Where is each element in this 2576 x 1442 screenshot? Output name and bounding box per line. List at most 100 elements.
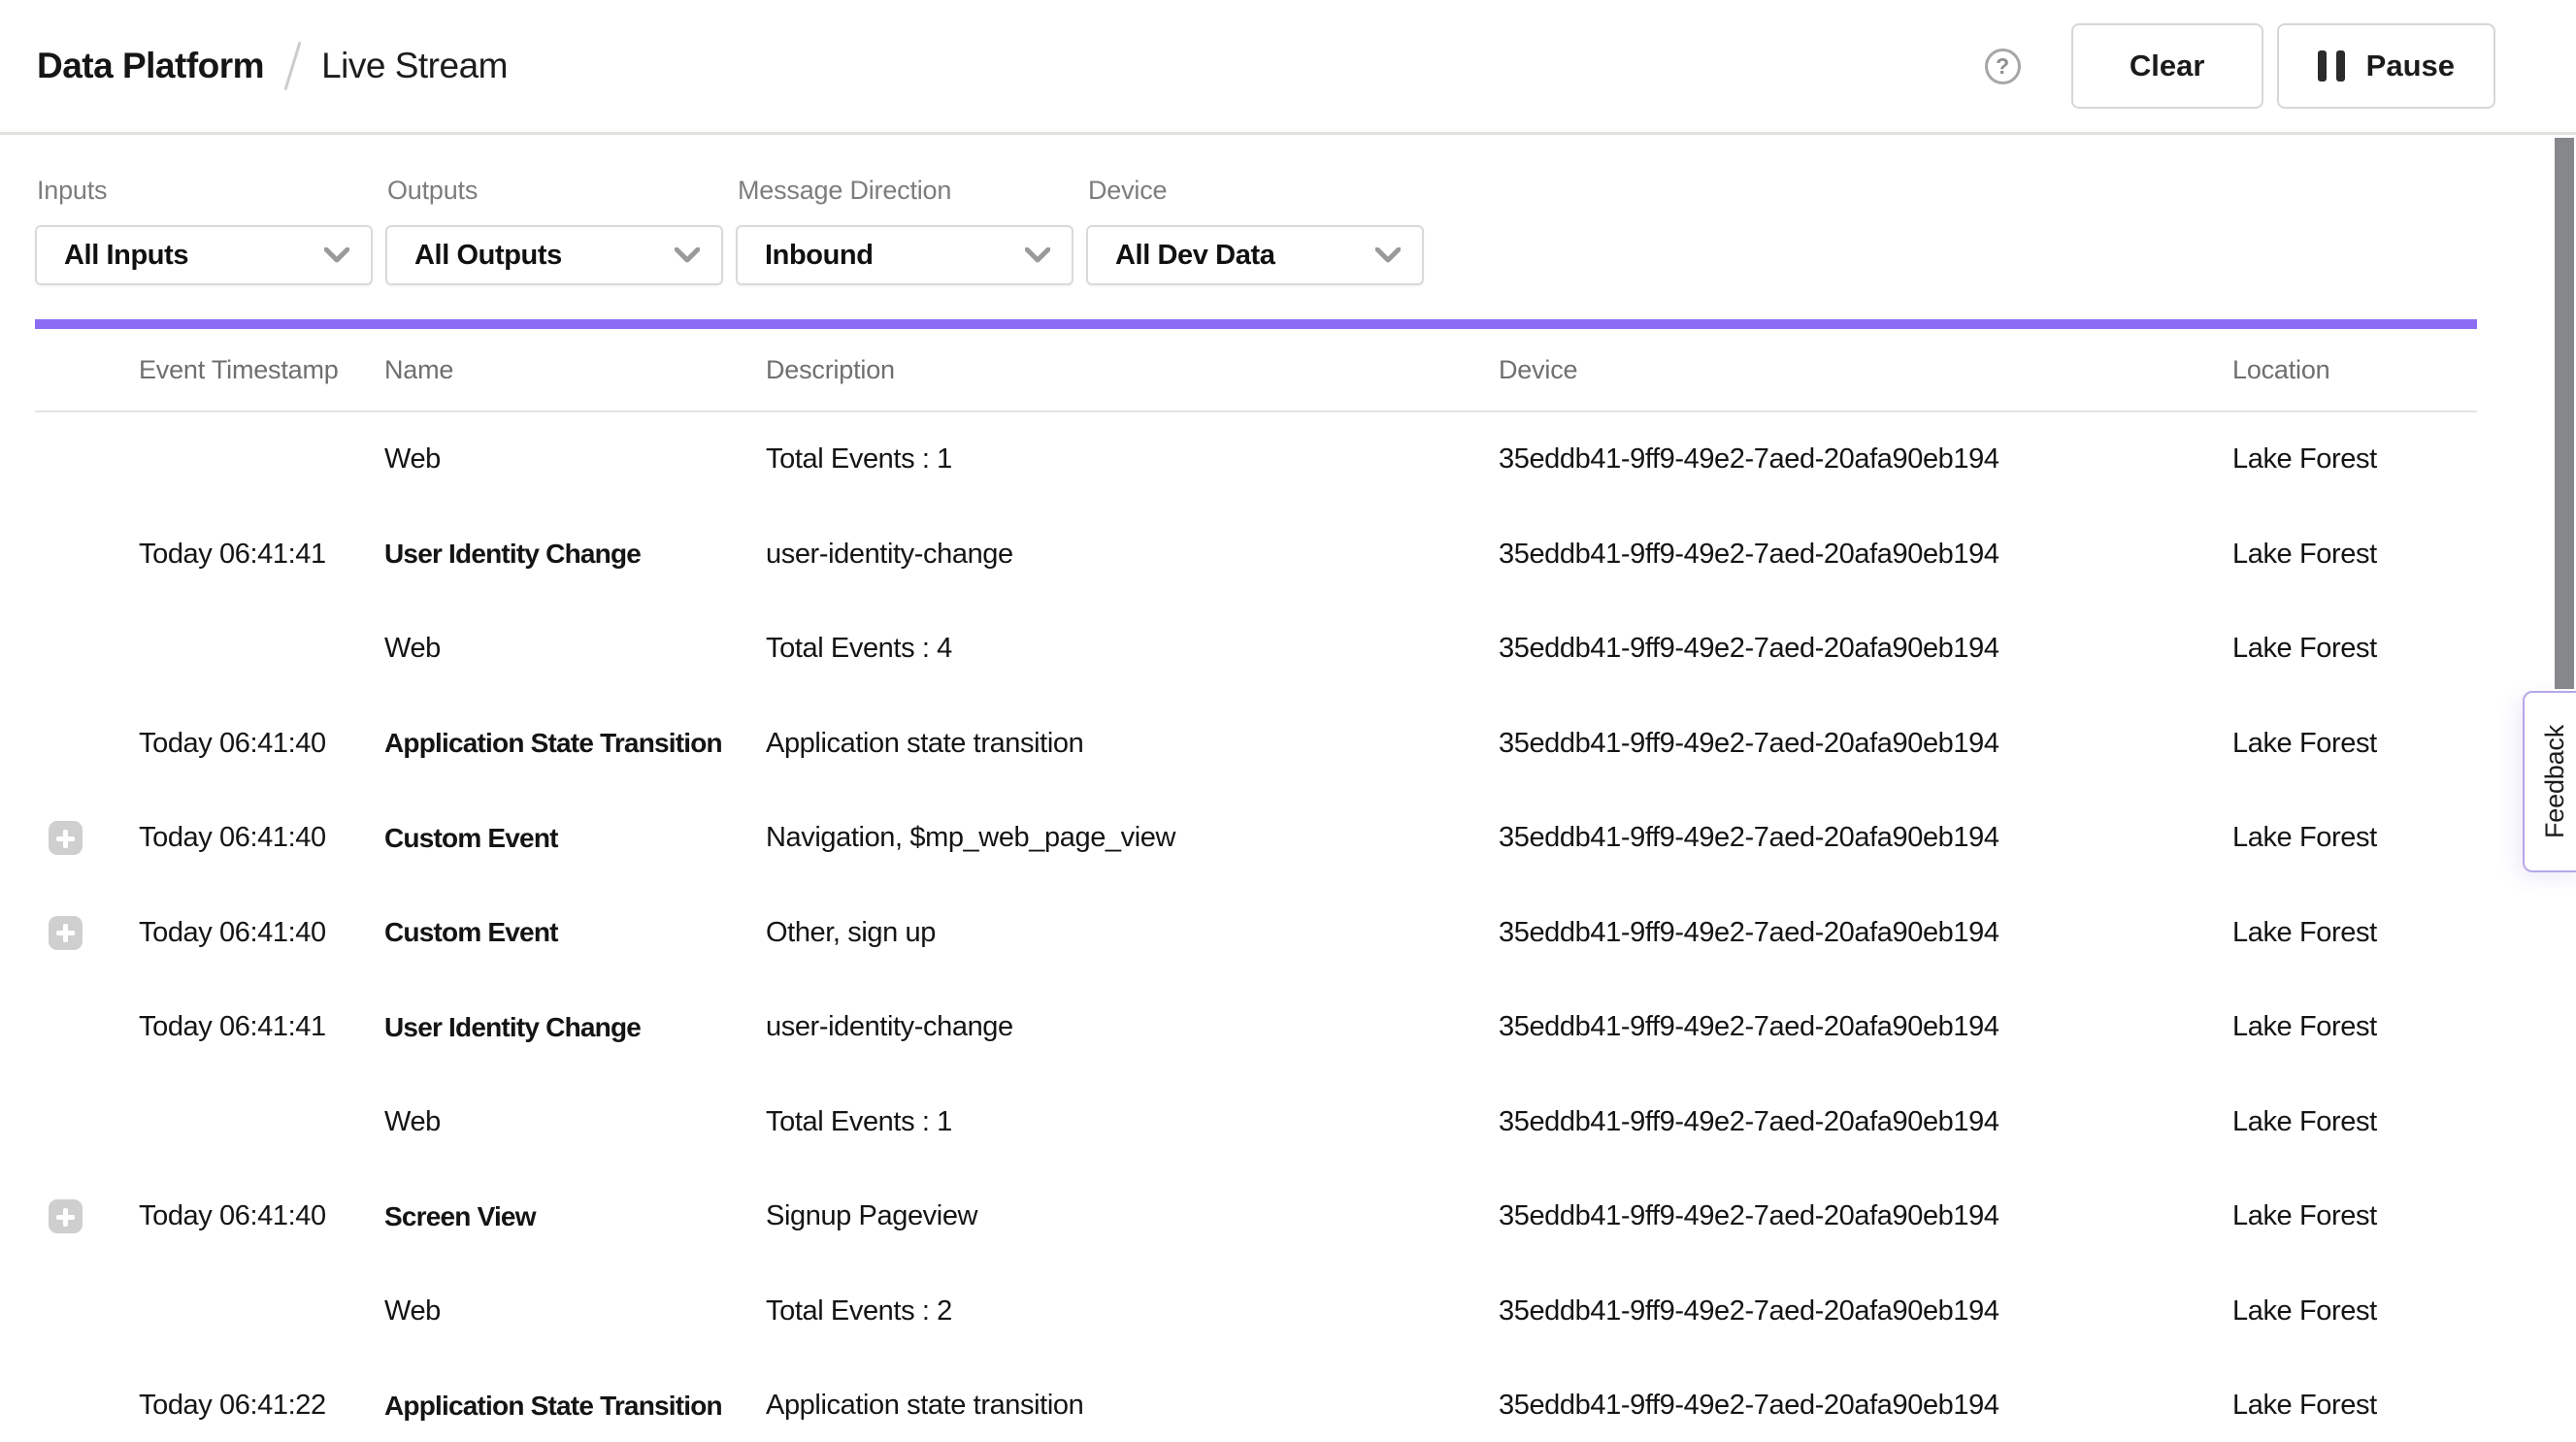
col-description: Description [766, 355, 1499, 385]
help-icon[interactable]: ? [1985, 49, 2021, 84]
cell-timestamp: Today 06:41:41 [139, 539, 384, 571]
breadcrumb-separator [284, 42, 302, 91]
cell-location: Lake Forest [2232, 917, 2477, 949]
cell-device: 35eddb41-9ff9-49e2-7aed-20afa90eb194 [1499, 917, 2232, 949]
table-row[interactable]: Web Total Events : 2 35eddb41-9ff9-49e2-… [35, 1264, 2477, 1360]
cell-device: 35eddb41-9ff9-49e2-7aed-20afa90eb194 [1499, 539, 2232, 571]
cell-location: Lake Forest [2232, 1200, 2477, 1232]
feedback-tab-label: Feedback [2540, 725, 2570, 838]
cell-timestamp: Today 06:41:40 [139, 917, 384, 949]
pause-button-label: Pause [2366, 49, 2455, 83]
table-body: Web Total Events : 1 35eddb41-9ff9-49e2-… [35, 412, 2477, 1442]
cell-timestamp: Today 06:41:40 [139, 728, 384, 760]
cell-device: 35eddb41-9ff9-49e2-7aed-20afa90eb194 [1499, 1295, 2232, 1327]
message-direction-select[interactable]: Inbound [736, 225, 1073, 285]
cell-device: 35eddb41-9ff9-49e2-7aed-20afa90eb194 [1499, 728, 2232, 760]
device-select-value: All Dev Data [1115, 240, 1274, 272]
cell-device: 35eddb41-9ff9-49e2-7aed-20afa90eb194 [1499, 1011, 2232, 1043]
breadcrumb-data-platform[interactable]: Data Platform [37, 46, 264, 86]
events-table: Event Timestamp Name Description Device … [35, 329, 2477, 1442]
chevron-down-icon [1375, 247, 1401, 263]
cell-timestamp: Today 06:41:41 [139, 1011, 384, 1043]
live-stream-page: Data Platform Live Stream ? Clear Pause … [0, 0, 2576, 1442]
outputs-select[interactable]: All Outputs [385, 225, 723, 285]
cell-timestamp: Today 06:41:22 [139, 1390, 384, 1422]
feedback-tab[interactable]: Feedback [2523, 691, 2576, 872]
message-direction-select-value: Inbound [765, 240, 874, 272]
table-row[interactable]: Web Total Events : 1 35eddb41-9ff9-49e2-… [35, 1075, 2477, 1170]
filter-label: Device [1086, 176, 1424, 206]
cell-name: Web [384, 1106, 766, 1138]
table-row[interactable]: Today 06:41:40 Screen View Signup Pagevi… [35, 1169, 2477, 1264]
cell-description: user-identity-change [766, 539, 1499, 571]
cell-name: Application State Transition [384, 728, 766, 759]
cell-description: Other, sign up [766, 917, 1499, 949]
expand-button plus-icon[interactable] [49, 821, 83, 855]
cell-description: Signup Pageview [766, 1200, 1499, 1232]
table-row[interactable]: Today 06:41:40 Application State Transit… [35, 697, 2477, 792]
live-stream-progress-bar [35, 319, 2477, 329]
cell-description: user-identity-change [766, 1011, 1499, 1043]
breadcrumb: Data Platform Live Stream [37, 41, 508, 91]
filters-bar: Inputs All Inputs Outputs All Outputs Me… [35, 135, 1424, 285]
cell-location: Lake Forest [2232, 539, 2477, 571]
filter-device: Device All Dev Data [1086, 176, 1424, 285]
cell-description: Total Events : 4 [766, 633, 1499, 665]
cell-timestamp: Today 06:41:40 [139, 822, 384, 854]
clear-button[interactable]: Clear [2071, 23, 2263, 109]
expand-cell [35, 1199, 139, 1233]
cell-location: Lake Forest [2232, 1295, 2477, 1327]
cell-location: Lake Forest [2232, 1011, 2477, 1043]
clear-button-label: Clear [2130, 49, 2205, 83]
scrollbar-thumb[interactable] [2555, 138, 2574, 689]
table-row[interactable]: Web Total Events : 4 35eddb41-9ff9-49e2-… [35, 602, 2477, 697]
cell-device: 35eddb41-9ff9-49e2-7aed-20afa90eb194 [1499, 1200, 2232, 1232]
inputs-select[interactable]: All Inputs [35, 225, 373, 285]
table-row[interactable]: Today 06:41:41 User Identity Change user… [35, 508, 2477, 603]
expand-cell [35, 916, 139, 950]
table-row[interactable]: Today 06:41:40 Custom Event Navigation, … [35, 791, 2477, 886]
app-header: Data Platform Live Stream ? Clear Pause [0, 0, 2576, 135]
header-actions: ? Clear Pause [1985, 23, 2495, 109]
expand-button plus-icon[interactable] [49, 1199, 83, 1233]
cell-name: Web [384, 1295, 766, 1327]
pause-icon [2318, 50, 2345, 82]
cell-name: Screen View [384, 1201, 766, 1232]
outputs-select-value: All Outputs [414, 240, 562, 272]
cell-description: Application state transition [766, 728, 1499, 760]
cell-location: Lake Forest [2232, 443, 2477, 475]
cell-device: 35eddb41-9ff9-49e2-7aed-20afa90eb194 [1499, 633, 2232, 665]
cell-location: Lake Forest [2232, 633, 2477, 665]
filter-outputs: Outputs All Outputs [385, 176, 723, 285]
cell-device: 35eddb41-9ff9-49e2-7aed-20afa90eb194 [1499, 443, 2232, 475]
table-row[interactable]: Web Total Events : 1 35eddb41-9ff9-49e2-… [35, 412, 2477, 508]
cell-description: Total Events : 1 [766, 1106, 1499, 1138]
expand-button plus-icon[interactable] [49, 916, 83, 950]
filter-label: Message Direction [736, 176, 1073, 206]
chevron-down-icon [1025, 247, 1050, 263]
table-row[interactable]: Today 06:41:22 Application State Transit… [35, 1359, 2477, 1442]
cell-name: Web [384, 443, 766, 475]
filter-label: Outputs [385, 176, 723, 206]
cell-description: Application state transition [766, 1390, 1499, 1422]
cell-timestamp: Today 06:41:40 [139, 1200, 384, 1232]
table-header-row: Event Timestamp Name Description Device … [35, 329, 2477, 412]
cell-location: Lake Forest [2232, 822, 2477, 854]
cell-name: Custom Event [384, 823, 766, 854]
cell-description: Navigation, $mp_web_page_view [766, 822, 1499, 854]
cell-name: Application State Transition [384, 1391, 766, 1422]
device-select[interactable]: All Dev Data [1086, 225, 1424, 285]
col-device: Device [1499, 355, 2232, 385]
cell-device: 35eddb41-9ff9-49e2-7aed-20afa90eb194 [1499, 822, 2232, 854]
cell-name: User Identity Change [384, 1012, 766, 1043]
cell-description: Total Events : 2 [766, 1295, 1499, 1327]
pause-button[interactable]: Pause [2277, 23, 2495, 109]
filter-inputs: Inputs All Inputs [35, 176, 373, 285]
inputs-select-value: All Inputs [64, 240, 188, 272]
table-row[interactable]: Today 06:41:40 Custom Event Other, sign … [35, 886, 2477, 981]
cell-name: User Identity Change [384, 539, 766, 570]
col-name: Name [384, 355, 766, 385]
chevron-down-icon [675, 247, 700, 263]
cell-name: Custom Event [384, 917, 766, 948]
table-row[interactable]: Today 06:41:41 User Identity Change user… [35, 980, 2477, 1075]
